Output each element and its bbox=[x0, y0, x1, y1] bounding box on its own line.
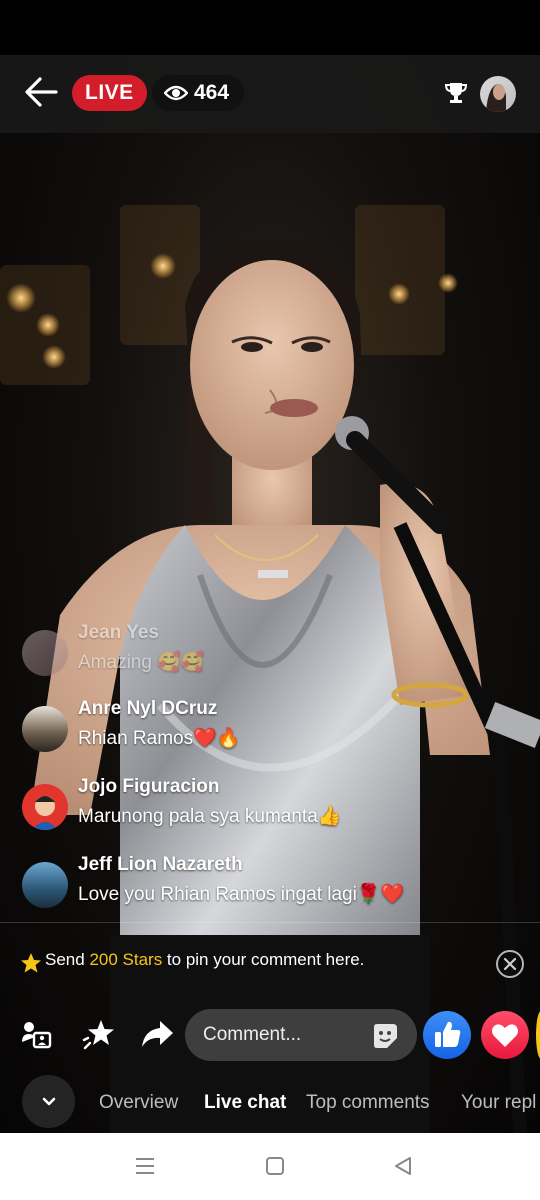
comment-input[interactable]: Comment... bbox=[185, 1009, 417, 1061]
stars-amount: 200 Stars bbox=[89, 950, 163, 969]
collapse-button[interactable] bbox=[22, 1075, 75, 1128]
comment-placeholder: Comment... bbox=[203, 1024, 302, 1045]
pin-message: Send 200 Stars to pin your comment here. bbox=[45, 950, 364, 970]
live-badge: LIVE bbox=[72, 75, 147, 111]
trophy-icon[interactable] bbox=[443, 80, 469, 106]
commenter-name[interactable]: Anre Nyl DCruz bbox=[78, 698, 217, 720]
system-nav-bar bbox=[0, 1133, 540, 1200]
love-reaction-button[interactable] bbox=[481, 1011, 529, 1059]
stars-icon[interactable] bbox=[82, 1018, 116, 1052]
viewer-count-pill: 464 bbox=[152, 75, 244, 111]
comment-text: Amazing 🥰🥰 bbox=[78, 652, 205, 673]
tab-overview[interactable]: Overview bbox=[99, 1092, 178, 1114]
back-arrow-icon[interactable] bbox=[22, 73, 60, 111]
host-avatar[interactable] bbox=[480, 76, 516, 112]
tab-your-replies[interactable]: Your repl bbox=[461, 1092, 536, 1114]
more-reactions-button[interactable] bbox=[536, 1011, 540, 1059]
comment-text: Marunong pala sya kumanta👍 bbox=[78, 806, 342, 827]
chevron-down-icon bbox=[42, 1097, 56, 1106]
recent-apps-icon[interactable] bbox=[134, 1155, 156, 1177]
person-card-icon[interactable] bbox=[20, 1018, 52, 1050]
divider bbox=[0, 922, 540, 923]
commenter-avatar[interactable] bbox=[22, 706, 68, 752]
pin-suffix: to pin your comment here. bbox=[162, 950, 365, 969]
tab-live-chat[interactable]: Live chat bbox=[204, 1092, 286, 1114]
commenter-avatar[interactable] bbox=[22, 784, 68, 830]
action-bar: Comment... bbox=[0, 1006, 540, 1066]
comment-text: Love you Rhian Ramos ingat lagi🌹❤️ bbox=[78, 884, 405, 905]
like-reaction-button[interactable] bbox=[423, 1011, 471, 1059]
eye-icon bbox=[164, 85, 188, 101]
star-icon bbox=[21, 953, 41, 973]
commenter-avatar[interactable] bbox=[22, 630, 68, 676]
pin-comment-prompt[interactable]: Send 200 Stars to pin your comment here. bbox=[0, 938, 540, 986]
commenter-name[interactable]: Jojo Figuracion bbox=[78, 776, 219, 798]
back-nav-icon[interactable] bbox=[392, 1155, 414, 1177]
viewer-count: 464 bbox=[194, 81, 230, 104]
commenter-name[interactable]: Jeff Lion Nazareth bbox=[78, 854, 243, 876]
home-icon[interactable] bbox=[264, 1155, 286, 1177]
status-bar bbox=[0, 0, 540, 55]
like-icon bbox=[435, 1021, 461, 1047]
tab-top-comments[interactable]: Top comments bbox=[306, 1092, 430, 1114]
commenter-name[interactable]: Jean Yes bbox=[78, 622, 159, 644]
comment-text: Rhian Ramos❤️🔥 bbox=[78, 728, 241, 749]
sticker-icon[interactable] bbox=[371, 1022, 399, 1050]
share-icon[interactable] bbox=[140, 1018, 174, 1050]
pin-prefix: Send bbox=[45, 950, 90, 969]
commenter-avatar[interactable] bbox=[22, 862, 68, 908]
love-icon bbox=[492, 1024, 518, 1047]
close-icon bbox=[503, 957, 517, 971]
live-tabs: Overview Live chat Top comments Your rep… bbox=[0, 1072, 540, 1134]
close-pin-prompt-button[interactable] bbox=[496, 950, 524, 978]
